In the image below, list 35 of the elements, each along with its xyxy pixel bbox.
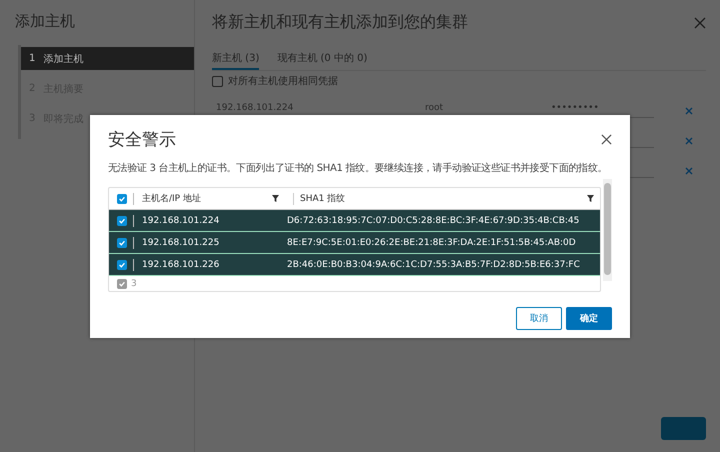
table-cell-text: 192.168.101.226 — [142, 260, 220, 270]
dialog-message: 无法验证 3 台主机上的证书。下面列出了证书的 SHA1 指纹。要继续连接，请手动验证这些证书并接受下面的指纹。 — [108, 162, 608, 175]
column-header[interactable]: 主机名/IP 地址 — [142, 192, 272, 205]
table-cell-text: 8E:E7:9C:5E:01:E0:26:2E:BE:21:8E:3F:DA:2E:1F:51:5B:45:AB:0D — [287, 238, 577, 248]
close-icon[interactable] — [694, 16, 706, 28]
checkbox-label: 对所有主机使用相同凭据 — [228, 74, 338, 88]
scrollbar[interactable] — [603, 179, 612, 281]
selected-count: 3 — [131, 278, 137, 288]
cancel-button[interactable]: 取消 — [516, 307, 562, 330]
page-title: 将新主机和现有主机添加到您的集群 — [212, 12, 468, 33]
filter-icon[interactable] — [272, 195, 279, 202]
wizard-step[interactable]: 1 添加主机 — [21, 47, 194, 70]
row-checkbox[interactable] — [117, 216, 127, 226]
tab[interactable]: 新主机 (3) — [212, 49, 260, 70]
row-checkbox[interactable] — [117, 260, 127, 270]
table-row[interactable]: 192.168.101.225 8E:E7:9C:5E:01:E0:26:2E:BE:21:8E:3F:DA:2E:1F:51:5B:45:AB:0D — [109, 232, 600, 254]
dialog-title: 安全警示 — [108, 129, 176, 151]
remove-icon[interactable] — [685, 167, 693, 175]
wizard-title: 添加主机 — [15, 12, 76, 31]
table-cell-text: D6:72:63:18:95:7C:07:D0:C5:28:8E:BC:3F:4E:67:9D:35:4B:CB:45 — [287, 216, 580, 226]
table-row[interactable]: 192.168.101.226 2B:46:0E:B0:B3:04:9A:6C:1C:D7:55:3A:B5:7F:D2:8D:5B:E6:37:FC — [109, 254, 600, 276]
tab[interactable]: 现有主机 (0 中的 0) — [277, 49, 368, 70]
filter-icon[interactable] — [587, 195, 594, 202]
table-cell-text: 2B:46:0E:B0:B3:04:9A:6C:1C:D7:55:3A:B5:7F:D2:8D:5B:E6:37:FC — [287, 260, 581, 270]
table-cell-text: 192.168.101.225 — [142, 238, 220, 248]
select-all-checkbox[interactable] — [117, 194, 127, 204]
column-header[interactable]: SHA1 指纹 — [300, 192, 588, 205]
checkbox[interactable] — [212, 76, 223, 86]
close-icon[interactable] — [601, 134, 612, 145]
remove-icon[interactable] — [685, 137, 693, 145]
table-row[interactable]: 192.168.101.224 D6:72:63:18:95:7C:07:D0:C5:28:8E:BC:3F:4E:67:9D:35:4B:CB:45 — [109, 210, 600, 232]
row-checkbox[interactable] — [117, 238, 127, 248]
table-cell-text: 192.168.101.224 — [142, 216, 220, 226]
ok-button[interactable]: 确定 — [566, 307, 612, 330]
remove-icon[interactable] — [685, 107, 693, 115]
